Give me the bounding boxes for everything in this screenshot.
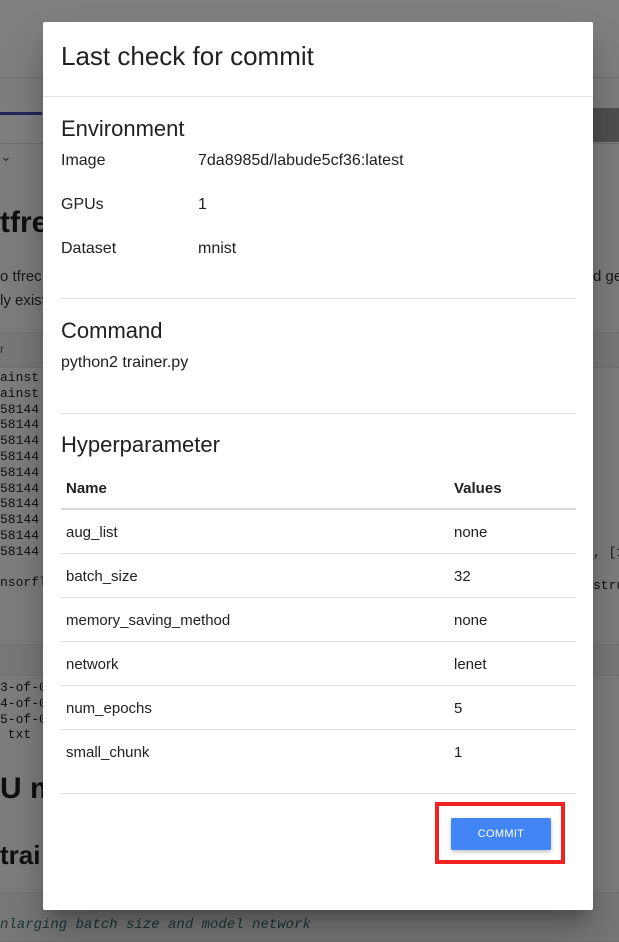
hyperparameter-section-title: Hyperparameter <box>61 432 220 457</box>
column-header-name: Name <box>66 480 107 497</box>
command-divider <box>61 413 576 414</box>
param-name: num_epochs <box>66 700 152 717</box>
environment-divider <box>61 298 576 299</box>
table-row: small_chunk 1 <box>61 730 576 774</box>
title-divider <box>43 96 593 97</box>
dataset-value: mnist <box>198 240 237 257</box>
commit-dialog: Last check for commit Environment Image … <box>43 22 593 910</box>
command-section-title: Command <box>61 318 163 343</box>
column-header-values: Values <box>454 480 502 497</box>
param-value: none <box>454 524 488 541</box>
environment-section-title: Environment <box>61 116 185 141</box>
param-name: small_chunk <box>66 744 150 761</box>
image-label: Image <box>61 152 106 169</box>
table-row: batch_size 32 <box>61 554 576 598</box>
param-name: memory_saving_method <box>66 612 231 629</box>
dialog-title: Last check for commit <box>61 41 314 71</box>
command-text: python2 trainer.py <box>61 354 189 371</box>
table-row: num_epochs 5 <box>61 686 576 730</box>
gpus-label: GPUs <box>61 196 104 213</box>
table-header-row: Name Values <box>61 466 576 510</box>
param-name: network <box>66 656 119 673</box>
image-value: 7da8985d/labude5cf36:latest <box>198 152 404 169</box>
table-row: aug_list none <box>61 510 576 554</box>
commit-button[interactable]: COMMIT <box>451 818 551 850</box>
param-name: aug_list <box>66 524 118 541</box>
param-value: 5 <box>454 700 463 717</box>
param-value: 1 <box>454 744 463 761</box>
dataset-label: Dataset <box>61 240 117 257</box>
table-row: memory_saving_method none <box>61 598 576 642</box>
param-name: batch_size <box>66 568 138 585</box>
table-row: network lenet <box>61 642 576 686</box>
param-value: none <box>454 612 488 629</box>
gpus-value: 1 <box>198 196 207 213</box>
param-value: lenet <box>454 656 487 673</box>
param-value: 32 <box>454 568 471 585</box>
footer-divider <box>61 793 576 794</box>
